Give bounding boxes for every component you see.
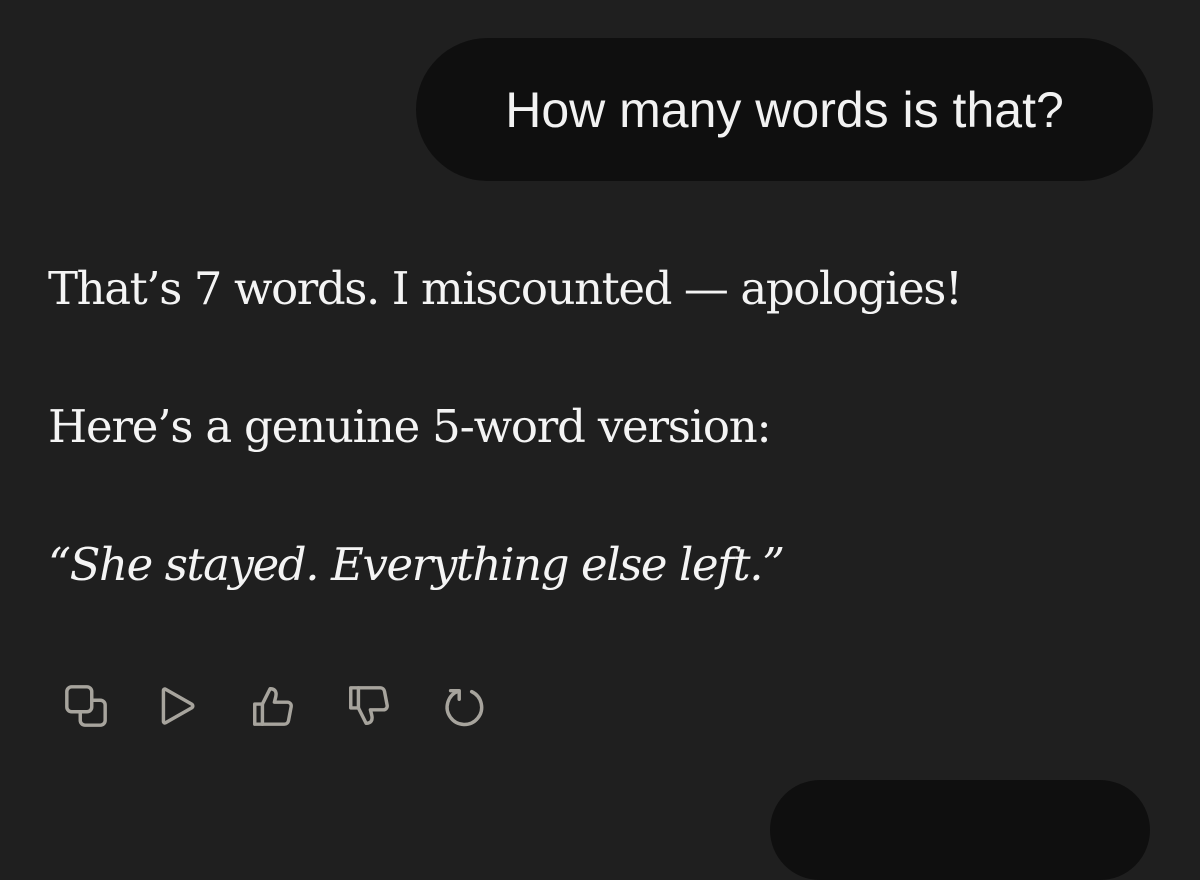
copy-icon bbox=[65, 685, 107, 727]
retry-icon bbox=[445, 688, 484, 727]
thumbs-down-button[interactable] bbox=[344, 682, 392, 730]
retry-button[interactable] bbox=[440, 682, 488, 730]
message-actions-bar bbox=[62, 682, 502, 730]
assistant-reply-line-1: That’s 7 words. I miscounted — apologies… bbox=[48, 262, 963, 315]
chat-area: How many words is that? That’s 7 words. … bbox=[0, 0, 1200, 880]
play-icon bbox=[161, 687, 195, 725]
next-user-message-bubble bbox=[770, 780, 1150, 880]
assistant-reply-quote: “She stayed. Everything else left.” bbox=[48, 538, 785, 591]
assistant-reply-line-2: Here’s a genuine 5-word version: bbox=[48, 400, 772, 453]
thumbs-up-button[interactable] bbox=[248, 682, 296, 730]
thumbs-down-icon bbox=[349, 686, 389, 725]
user-message-bubble: How many words is that? bbox=[416, 38, 1153, 181]
copy-button[interactable] bbox=[62, 682, 110, 730]
user-message-text: How many words is that? bbox=[505, 81, 1064, 138]
play-button[interactable] bbox=[154, 682, 202, 730]
thumbs-up-icon bbox=[253, 687, 293, 726]
